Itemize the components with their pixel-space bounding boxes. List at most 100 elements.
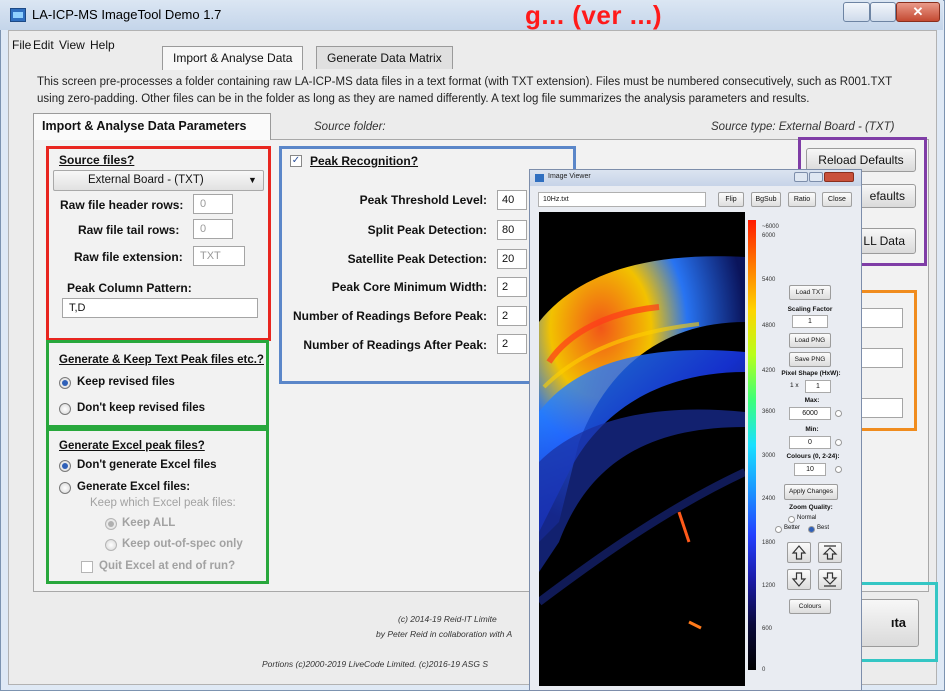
peak-recognition-checkbox[interactable]: ✓ xyxy=(290,155,302,167)
title-bar[interactable]: LA-ICP-MS ImageTool Demo 1.7 g... (ver .… xyxy=(0,0,943,30)
tab-generate-matrix[interactable]: Generate Data Matrix xyxy=(316,46,453,69)
extension-field[interactable]: TXT xyxy=(193,246,245,266)
colours-field[interactable]: 10 xyxy=(794,463,826,476)
up-arrow-button[interactable] xyxy=(787,542,811,563)
scaling-factor-field[interactable]: 1 xyxy=(792,315,828,328)
viewer-close-button[interactable] xyxy=(824,172,854,182)
save-png-button[interactable]: Save PNG xyxy=(789,352,831,367)
keep-all-radio[interactable] xyxy=(105,518,117,530)
split-peak-field[interactable]: 80 xyxy=(497,220,527,240)
keep-out-of-spec-label: Keep out-of-spec only xyxy=(122,538,243,550)
load-txt-button[interactable]: Load TXT xyxy=(789,285,831,300)
colour-tick-1800: 1800 xyxy=(762,540,776,546)
colours-toggle[interactable] xyxy=(835,466,842,473)
bgsub-button[interactable]: BgSub xyxy=(751,192,781,207)
peak-pattern-label: Peak Column Pattern: xyxy=(67,281,192,295)
menu-help[interactable]: Help xyxy=(90,38,115,52)
tail-rows-label: Raw file tail rows: xyxy=(78,223,180,237)
viewer-title: Image Viewer xyxy=(548,173,591,180)
viewer-minimize-button[interactable] xyxy=(794,172,808,182)
zoom-better-radio[interactable] xyxy=(775,526,782,533)
copyright-line-1: (c) 2014-19 Reid-IT Limite xyxy=(398,614,497,624)
quit-excel-label: Quit Excel at end of run? xyxy=(99,560,236,572)
core-width-field[interactable]: 2 xyxy=(497,277,527,297)
element-map-image[interactable] xyxy=(539,212,745,686)
window-title: LA-ICP-MS ImageTool Demo 1.7 xyxy=(32,7,222,22)
threshold-field[interactable]: 40 xyxy=(497,190,527,210)
peak-pattern-field[interactable]: T,D xyxy=(62,298,258,318)
tab-params[interactable]: Import & Analyse Data Parameters xyxy=(33,113,271,140)
dont-keep-revised-radio[interactable] xyxy=(59,403,71,415)
viewer-close-text-button[interactable]: Close xyxy=(822,192,852,207)
keep-all-label: Keep ALL xyxy=(122,517,176,529)
arrow-top-icon xyxy=(822,545,838,560)
generate-excel-radio[interactable] xyxy=(59,482,71,494)
readings-after-field[interactable]: 2 xyxy=(497,334,527,354)
max-label: Max: xyxy=(804,397,820,404)
split-peak-label: Split Peak Detection: xyxy=(367,223,487,237)
viewer-maximize-button[interactable] xyxy=(809,172,823,182)
minimize-button[interactable] xyxy=(843,2,870,22)
colours-label: Colours (0, 2-24): xyxy=(786,453,840,460)
source-type-dropdown[interactable]: External Board - (TXT) ▼ xyxy=(53,170,264,191)
min-label: Min: xyxy=(805,426,819,433)
keep-out-of-spec-radio[interactable] xyxy=(105,539,117,551)
pixel-shape-prefix: 1 x xyxy=(790,382,799,389)
dont-generate-excel-label: Don't generate Excel files xyxy=(77,459,217,471)
header-rows-field[interactable]: 0 xyxy=(193,194,233,214)
bottom-arrow-button[interactable] xyxy=(818,569,842,590)
colour-tick-1200: 1200 xyxy=(762,583,776,589)
quit-excel-checkbox[interactable] xyxy=(81,561,93,573)
zoom-best-label: Best xyxy=(817,525,830,531)
colour-tick-5400: 5400 xyxy=(762,277,776,283)
copyright-line-3: Portions (c)2000-2019 LiveCode Limited. … xyxy=(262,659,488,669)
colour-tick-600: 600 xyxy=(762,626,773,632)
description-text: This screen pre-processes a folder conta… xyxy=(37,76,892,105)
colour-tick-3000: 3000 xyxy=(762,453,776,459)
keep-revised-radio[interactable] xyxy=(59,377,71,389)
zoom-better-label: Better xyxy=(784,525,801,531)
colour-scale-bar xyxy=(748,220,756,670)
colour-tick-0: 0 xyxy=(762,667,766,673)
satellite-peak-field[interactable]: 20 xyxy=(497,249,527,269)
zoom-normal-label: Normal xyxy=(797,515,817,521)
viewer-title-bar[interactable]: Image Viewer xyxy=(530,170,861,186)
min-lock-toggle[interactable] xyxy=(835,439,842,446)
pixel-shape-field[interactable]: 1 xyxy=(805,380,831,393)
max-field[interactable]: 6000 xyxy=(789,407,831,420)
pixel-shape-label: Pixel Shape (HxW): xyxy=(781,370,841,377)
dont-keep-revised-label: Don't keep revised files xyxy=(77,402,206,414)
arrow-down-icon xyxy=(791,572,807,587)
ratio-button[interactable]: Ratio xyxy=(788,192,816,207)
colour-tick-4200: 4200 xyxy=(762,368,776,374)
core-width-label: Peak Core Minimum Width: xyxy=(331,280,487,294)
max-lock-toggle[interactable] xyxy=(835,410,842,417)
top-arrow-button[interactable] xyxy=(818,542,842,563)
menu-file[interactable]: File xyxy=(12,38,31,52)
text-peak-heading: Generate & Keep Text Peak files etc.? xyxy=(59,354,264,366)
min-field[interactable]: 0 xyxy=(789,436,831,449)
viewer-window-buttons xyxy=(794,172,854,183)
close-button[interactable]: ✕ xyxy=(896,2,940,22)
zoom-normal-radio[interactable] xyxy=(788,516,795,523)
readings-before-label: Number of Readings Before Peak: xyxy=(292,309,487,323)
zoom-best-radio[interactable] xyxy=(808,526,815,533)
menu-view[interactable]: View xyxy=(59,38,85,52)
flip-button[interactable]: Flip xyxy=(718,192,744,207)
extension-label: Raw file extension: xyxy=(74,250,183,264)
peak-recognition-heading: Peak Recognition? xyxy=(310,154,419,168)
source-type-label: Source type: External Board - (TXT) xyxy=(711,121,895,133)
chevron-down-icon: ▼ xyxy=(248,175,257,185)
maximize-button[interactable] xyxy=(870,2,896,22)
apply-changes-button[interactable]: Apply Changes xyxy=(784,484,838,500)
tail-rows-field[interactable]: 0 xyxy=(193,219,233,239)
overlay-heading: g... (ver ...) xyxy=(525,0,663,30)
colours-button[interactable]: Colours xyxy=(789,599,831,614)
menu-edit[interactable]: Edit xyxy=(33,38,54,52)
down-arrow-button[interactable] xyxy=(787,569,811,590)
load-png-button[interactable]: Load PNG xyxy=(789,333,831,348)
readings-before-field[interactable]: 2 xyxy=(497,306,527,326)
tab-import-analyse[interactable]: Import & Analyse Data xyxy=(162,46,304,70)
viewer-filename-field[interactable]: 10Hz.txt xyxy=(538,192,706,207)
dont-generate-excel-radio[interactable] xyxy=(59,460,71,472)
